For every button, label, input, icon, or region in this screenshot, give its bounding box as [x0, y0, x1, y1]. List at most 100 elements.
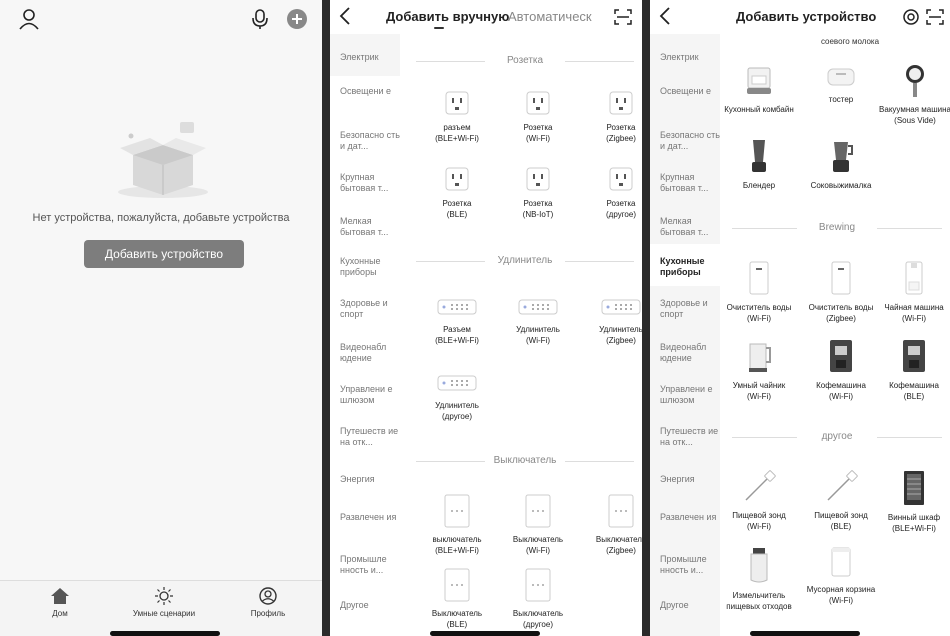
device-tile[interactable]: Чайная машина (Wi-Fi): [878, 260, 950, 324]
sidebar-category[interactable]: Кухонные приборы: [340, 256, 400, 278]
home-top-bar: [0, 0, 322, 40]
scan-icon[interactable]: [926, 9, 944, 25]
add-device-kitchen-screen: Добавить устройство Электрик Освещени е Бе…: [650, 0, 950, 636]
device-name: Соковыжималка: [810, 181, 872, 190]
device-protocol: (Wi-Fi): [526, 134, 550, 143]
tab-profile[interactable]: Профиль: [218, 587, 318, 618]
device-tile[interactable]: Вакуумная машина (Sous Vide): [878, 64, 950, 126]
strip-device-icon: [601, 299, 641, 315]
sidebar-category[interactable]: Развлечен ия: [660, 512, 720, 523]
device-tile[interactable]: Розетка (Zigbee): [580, 90, 642, 144]
device-label-cut: соевого молока: [820, 37, 880, 46]
device-tile[interactable]: Соковыжималка: [800, 138, 882, 191]
device-tile[interactable]: выключатель (BLE+Wi-Fi): [416, 494, 498, 556]
sidebar-category[interactable]: Мелкая бытовая т...: [660, 216, 720, 238]
device-tile[interactable]: Выключатель (другое): [497, 568, 579, 630]
sidebar-category[interactable]: Управлени е шлюзом: [660, 384, 720, 406]
device-tile[interactable]: Розетка (другое): [580, 166, 642, 220]
sidebar-category[interactable]: Путешеств ие на отк...: [340, 426, 400, 448]
device-protocol: (Wi-Fi): [829, 596, 853, 605]
sidebar-category[interactable]: Видеонабл юдение: [660, 342, 720, 364]
add-device-plus-icon[interactable]: [286, 8, 308, 30]
tab-smart-scenes[interactable]: Умные сценарии: [114, 587, 214, 618]
sidebar-category[interactable]: Крупная бытовая т...: [340, 172, 400, 194]
sidebar-category[interactable]: Безопасно сть и дат...: [340, 130, 400, 152]
device-tile[interactable]: Розетка (Wi-Fi): [497, 90, 579, 144]
device-tile[interactable]: Мусорная корзина (Wi-Fi): [800, 546, 882, 606]
sidebar-category[interactable]: Другое: [340, 600, 400, 611]
sidebar-category[interactable]: Освещени е: [340, 86, 400, 97]
bottom-tab-bar: Дом Умные сценарии Профиль: [0, 580, 322, 636]
user-icon[interactable]: [18, 8, 40, 30]
strip-device-icon: [437, 299, 477, 315]
device-name: Кофемашина: [816, 381, 866, 390]
device-tile[interactable]: Пищевой зонд (BLE): [800, 470, 882, 532]
back-arrow-icon[interactable]: [338, 6, 352, 26]
sidebar-category[interactable]: Энергия: [340, 474, 400, 485]
device-tile[interactable]: Винный шкаф (BLE+Wi-Fi): [878, 470, 950, 534]
device-tile[interactable]: Розетка (BLE): [416, 166, 498, 220]
sidebar-category[interactable]: Промышле нность и...: [340, 554, 400, 576]
microphone-icon[interactable]: [250, 8, 270, 30]
sidebar-category[interactable]: Развлечен ия: [340, 512, 400, 523]
tab-auto-scan[interactable]: Автоматическ: [508, 9, 592, 24]
device-tile[interactable]: Удлинитель (другое): [416, 372, 498, 422]
back-arrow-icon[interactable]: [658, 6, 672, 26]
device-tile[interactable]: Разъем (BLE+Wi-Fi): [416, 296, 498, 346]
tab-home[interactable]: Дом: [10, 587, 110, 618]
target-icon[interactable]: [902, 9, 920, 25]
tab-add-manually[interactable]: Добавить вручную: [386, 9, 509, 24]
sidebar-category[interactable]: Энергия: [660, 474, 720, 485]
sidebar-category[interactable]: Безопасно сть и дат...: [660, 130, 720, 152]
device-tile[interactable]: Кухонный комбайн: [718, 64, 800, 115]
sidebar-category[interactable]: Другое: [660, 600, 720, 611]
device-tile[interactable]: Выключатель (Wi-Fi): [497, 494, 579, 556]
sidebar-category[interactable]: Электрик: [660, 52, 720, 63]
toaster-device-icon: [827, 68, 855, 86]
device-name: Разъем: [443, 325, 471, 334]
device-protocol: (другое): [606, 210, 636, 219]
device-tile[interactable]: тостер: [800, 64, 882, 105]
device-tile[interactable]: Кофемашина (Wi-Fi): [800, 338, 882, 402]
device-name: Пищевой зонд: [814, 511, 868, 520]
device-tile[interactable]: Удлинитель (Zigbee): [580, 296, 642, 346]
add-device-button[interactable]: Добавить устройство: [84, 240, 244, 268]
device-tile[interactable]: Удлинитель (Wi-Fi): [497, 296, 579, 346]
device-tile[interactable]: разъем (BLE+Wi-Fi): [416, 90, 498, 144]
probe-device-icon: [745, 470, 776, 501]
device-tile[interactable]: Выключатель (Zigbee): [580, 494, 642, 556]
device-name: Кухонный комбайн: [724, 105, 794, 114]
sidebar-category[interactable]: Управлени е шлюзом: [340, 384, 400, 406]
sidebar-category[interactable]: Электрик: [340, 52, 400, 63]
device-tile[interactable]: Кофемашина (BLE): [878, 338, 950, 402]
device-name: Умный чайник: [732, 381, 786, 390]
device-tile[interactable]: Выключатель (BLE): [416, 568, 498, 630]
sidebar-category[interactable]: Здоровье и спорт: [340, 298, 400, 320]
scan-icon[interactable]: [614, 9, 632, 25]
sidebar-category[interactable]: Освещени е: [660, 86, 720, 97]
device-protocol: (BLE+Wi-Fi): [435, 336, 479, 345]
category-sidebar: Электрик Освещени е Безопасно сть и дат...…: [650, 34, 720, 636]
sidebar-category[interactable]: Мелкая бытовая т...: [340, 216, 400, 238]
device-protocol: (Zigbee): [606, 546, 636, 555]
device-tile[interactable]: Очиститель воды (Wi-Fi): [718, 260, 800, 324]
sidebar-category[interactable]: Здоровье и спорт: [660, 298, 720, 320]
device-tile[interactable]: Умный чайник (Wi-Fi): [718, 338, 800, 402]
device-tile[interactable]: Блендер: [718, 138, 800, 191]
device-name: Кофемашина: [889, 381, 939, 390]
device-tile[interactable]: Пищевой зонд (Wi-Fi): [718, 470, 800, 532]
device-name: тостер: [828, 95, 854, 104]
add-device-manual-screen: Добавить вручную Автоматическ Электрик Ос…: [330, 0, 642, 636]
sidebar-category[interactable]: Видеонабл юдение: [340, 342, 400, 364]
sidebar-category[interactable]: Путешеств ие на отк...: [660, 426, 720, 448]
device-tile[interactable]: Измельчитель пищевых отходов: [718, 546, 800, 612]
sidebar-category[interactable]: Промышле нность и...: [660, 554, 720, 576]
section-divider: [416, 261, 485, 262]
device-name: Измельчитель: [732, 591, 786, 600]
device-tile[interactable]: Розетка (NB-IoT): [497, 166, 579, 220]
device-tile[interactable]: Очиститель воды (Zigbee): [800, 260, 882, 324]
sidebar-category[interactable]: Кухонные приборы: [660, 256, 720, 278]
device-name: Выключатель: [595, 535, 642, 544]
sidebar-category[interactable]: Крупная бытовая т...: [660, 172, 720, 194]
empty-message: Нет устройства, пожалуйста, добавьте уст…: [32, 212, 290, 224]
